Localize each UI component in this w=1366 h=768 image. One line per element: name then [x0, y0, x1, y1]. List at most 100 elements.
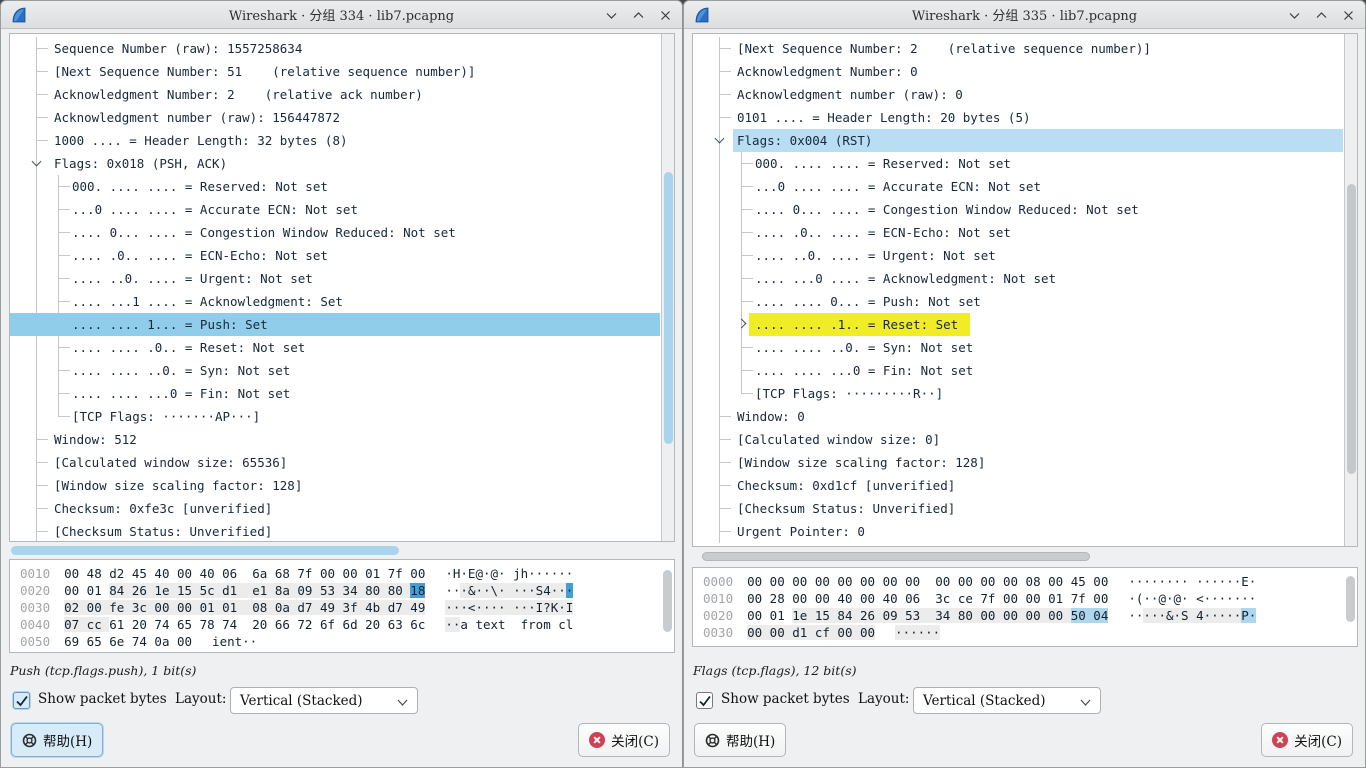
tree-scrollbar-track[interactable] — [1344, 34, 1357, 546]
tree-row-label: [Checksum Status: Unverified] — [54, 520, 272, 542]
tree-scrollbar-thumb[interactable] — [1347, 184, 1356, 474]
tree-h-scrollbar-thumb[interactable] — [702, 552, 1090, 561]
layout-label: Layout: — [175, 691, 226, 707]
tree-row[interactable]: [Calculated window size: 65536] — [10, 451, 660, 474]
hex-bytes: 02 00 fe 3c 00 00 01 01 08 0a d7 49 3f 4… — [64, 600, 425, 615]
help-button[interactable]: 帮助(H) — [11, 723, 103, 757]
hex-row[interactable]: 003000 00 d1 cf 00 00······ — [703, 624, 1357, 641]
tree-row[interactable]: [TCP Flags: ·······AP···] — [10, 405, 660, 428]
close-window-icon[interactable] — [658, 8, 672, 22]
tree-row[interactable]: .... .... ...0 = Fin: Not set — [10, 382, 660, 405]
tree-row[interactable]: .... ...0 .... = Acknowledgment: Not set — [693, 267, 1343, 290]
hex-scrollbar-thumb[interactable] — [663, 570, 672, 632]
tree-row[interactable]: Flags: 0x018 (PSH, ACK) — [10, 152, 660, 175]
tree-row-label: [TCP Flags: ·········R··] — [755, 382, 943, 405]
hex-row[interactable]: 004007 cc 61 20 74 65 78 74 20 66 72 6f … — [20, 616, 674, 633]
help-button[interactable]: 帮助(H) — [694, 723, 786, 757]
tree-row[interactable]: 000. .... .... = Reserved: Not set — [693, 152, 1343, 175]
hex-row[interactable]: 002000 01 84 26 1e 15 5c d1 e1 8a 09 53 … — [20, 582, 674, 599]
expander-expanded-icon[interactable] — [715, 134, 725, 144]
tree-row[interactable]: [Window size scaling factor: 128] — [693, 451, 1343, 474]
tree-row[interactable]: Checksum: 0xfe3c [unverified] — [10, 497, 660, 520]
hex-row[interactable]: 005069 65 6e 74 0a 00ient·· — [20, 633, 674, 650]
tree-row[interactable]: .... 0... .... = Congestion Window Reduc… — [10, 221, 660, 244]
tree-scrollbar-thumb[interactable] — [664, 172, 673, 444]
titlebar[interactable]: Wireshark · 分组 335 · lib7.pcapng — [684, 1, 1365, 29]
tree-row[interactable]: Urgent Pointer: 0 — [693, 520, 1343, 543]
tree-h-scrollbar-thumb[interactable] — [11, 546, 399, 555]
tree-row[interactable]: .... .... 0... = Push: Not set — [693, 290, 1343, 313]
show-packet-bytes-checkbox[interactable] — [696, 692, 713, 709]
expander-expanded-icon[interactable] — [32, 157, 42, 167]
tree-row[interactable]: ...0 .... .... = Accurate ECN: Not set — [10, 198, 660, 221]
close-dialog-button[interactable]: 关闭(C) — [578, 723, 670, 757]
close-red-icon — [589, 732, 605, 748]
help-buoy-icon — [705, 733, 720, 748]
tree-row-label: Flags: 0x018 (PSH, ACK) — [54, 152, 227, 175]
tree-row[interactable]: Acknowledgment Number: 2 (relative ack n… — [10, 83, 660, 106]
tree-row[interactable]: .... .... 1... = Push: Set — [10, 313, 660, 336]
tree-row[interactable]: [Next Sequence Number: 2 (relative seque… — [693, 37, 1343, 60]
maximize-icon[interactable] — [1314, 8, 1328, 22]
tree-row[interactable]: Flags: 0x004 (RST) — [693, 129, 1343, 152]
tree-row[interactable]: .... .0.. .... = ECN-Echo: Not set — [693, 221, 1343, 244]
show-packet-bytes-label: Show packet bytes — [721, 691, 850, 707]
hex-row[interactable]: 002000 01 1e 15 84 26 09 53 34 80 00 00 … — [703, 607, 1357, 624]
expander-collapsed-icon[interactable] — [737, 319, 747, 329]
tree-row-label: [Next Sequence Number: 51 (relative sequ… — [54, 60, 475, 83]
layout-select[interactable]: Vertical (Stacked) — [913, 687, 1101, 714]
tree-row[interactable]: 000. .... .... = Reserved: Not set — [10, 175, 660, 198]
tree-row[interactable]: [TCP Flags: ·········R··] — [693, 382, 1343, 405]
tree-row[interactable]: Window: 0 — [693, 405, 1343, 428]
close-window-icon[interactable] — [1341, 8, 1355, 22]
tree-row[interactable]: [Checksum Status: Unverified] — [10, 520, 660, 542]
tree-row-label: .... .... .1.. = Reset: Set — [749, 313, 970, 336]
hex-row[interactable]: 001000 28 00 00 40 00 40 06 3c ce 7f 00 … — [703, 590, 1357, 607]
tree-row[interactable]: .... 0... .... = Congestion Window Reduc… — [693, 198, 1343, 221]
tree-row[interactable]: .... .... ..0. = Syn: Not set — [10, 359, 660, 382]
tree-row[interactable]: .... .0.. .... = ECN-Echo: Not set — [10, 244, 660, 267]
hex-ascii: ······ — [895, 625, 940, 640]
tree-row[interactable]: .... ...1 .... = Acknowledgment: Set — [10, 290, 660, 313]
tree-row-label: .... ...0 .... = Acknowledgment: Not set — [755, 267, 1056, 290]
close-dialog-button[interactable]: 关闭(C) — [1261, 723, 1353, 757]
tree-row[interactable]: 0101 .... = Header Length: 20 bytes (5) — [693, 106, 1343, 129]
tree-row[interactable]: .... .... ...0 = Fin: Not set — [693, 359, 1343, 382]
tree-row[interactable]: Acknowledgment number (raw): 0 — [693, 83, 1343, 106]
minimize-icon[interactable] — [604, 8, 618, 22]
tree-row[interactable]: .... .... .0.. = Reset: Not set — [10, 336, 660, 359]
tree-row[interactable]: [Next Sequence Number: 51 (relative sequ… — [10, 60, 660, 83]
hex-row[interactable]: 001000 48 d2 45 40 00 40 06 6a 68 7f 00 … — [20, 565, 674, 582]
tree-row[interactable]: .... .... ..0. = Syn: Not set — [693, 336, 1343, 359]
tree-row[interactable]: Sequence Number (raw): 1557258634 — [10, 37, 660, 60]
tree-row[interactable]: Checksum: 0xd1cf [unverified] — [693, 474, 1343, 497]
layout-select[interactable]: Vertical (Stacked) — [230, 687, 418, 714]
tree-row-label: .... ..0. .... = Urgent: Not set — [755, 244, 996, 267]
hex-row[interactable]: 003002 00 fe 3c 00 00 01 01 08 0a d7 49 … — [20, 599, 674, 616]
titlebar[interactable]: Wireshark · 分组 334 · lib7.pcapng — [1, 1, 682, 29]
tree-row-label: Window: 0 — [737, 405, 805, 428]
tree-row[interactable]: .... ..0. .... = Urgent: Not set — [10, 267, 660, 290]
tree-row[interactable]: .... ..0. .... = Urgent: Not set — [693, 244, 1343, 267]
tree-row[interactable]: 1000 .... = Header Length: 32 bytes (8) — [10, 129, 660, 152]
tree-scrollbar-track[interactable] — [661, 34, 674, 541]
tree-row[interactable]: ...0 .... .... = Accurate ECN: Not set — [693, 175, 1343, 198]
tree-row[interactable]: Window: 512 — [10, 428, 660, 451]
tree-h-scrollbar[interactable] — [692, 550, 1358, 563]
tree-row[interactable]: [Window size scaling factor: 128] — [10, 474, 660, 497]
minimize-icon[interactable] — [1287, 8, 1301, 22]
tree-h-scrollbar[interactable] — [9, 544, 675, 557]
tree-row[interactable]: Acknowledgment Number: 0 — [693, 60, 1343, 83]
maximize-icon[interactable] — [631, 8, 645, 22]
dialog-window-packet-334: Wireshark · 分组 334 · lib7.pcapng Sequenc… — [0, 0, 683, 768]
hex-scrollbar-thumb[interactable] — [1346, 576, 1355, 622]
tree-row[interactable]: [Calculated window size: 0] — [693, 428, 1343, 451]
tree-row-label: [Calculated window size: 0] — [737, 428, 940, 451]
hex-dump-panel: 001000 48 d2 45 40 00 40 06 6a 68 7f 00 … — [9, 559, 675, 653]
tree-row[interactable]: Acknowledgment number (raw): 156447872 — [10, 106, 660, 129]
show-packet-bytes-checkbox[interactable] — [13, 692, 30, 709]
tree-row[interactable]: [Checksum Status: Unverified] — [693, 497, 1343, 520]
tree-row[interactable]: .... .... .1.. = Reset: Set — [693, 313, 1343, 336]
hex-dump-panel: 000000 00 00 00 00 00 00 00 00 00 00 00 … — [692, 567, 1358, 647]
hex-row[interactable]: 000000 00 00 00 00 00 00 00 00 00 00 00 … — [703, 573, 1357, 590]
